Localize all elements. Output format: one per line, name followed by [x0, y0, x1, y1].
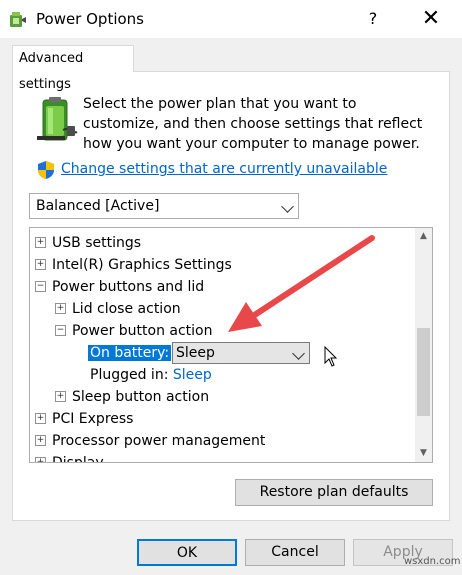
- close-button[interactable]: ✕: [414, 6, 448, 32]
- power-options-icon: [10, 12, 26, 27]
- collapse-icon[interactable]: −: [55, 324, 66, 336]
- tree-item-pci-express[interactable]: + PCI Express: [35, 409, 133, 429]
- expand-icon[interactable]: +: [35, 434, 46, 446]
- tree-item-power-buttons[interactable]: − Power buttons and lid: [35, 277, 204, 297]
- scroll-down-icon[interactable]: ▼: [415, 445, 432, 462]
- watermark-text: wsxdn.com: [404, 556, 461, 567]
- tree-item-label: PCI Express: [52, 411, 134, 427]
- tree-item-processor[interactable]: + Processor power management: [35, 431, 265, 451]
- expand-icon[interactable]: +: [35, 412, 46, 424]
- ok-button[interactable]: OK: [137, 539, 237, 566]
- tree-item-sleep-button[interactable]: + Sleep button action: [55, 387, 209, 407]
- on-battery-dropdown[interactable]: Sleep: [172, 342, 310, 364]
- change-settings-link[interactable]: Change settings that are currently unava…: [61, 161, 387, 177]
- collapse-icon[interactable]: −: [35, 280, 46, 292]
- expand-icon[interactable]: +: [35, 236, 46, 248]
- description-text: Select the power plan that you want to c…: [83, 96, 423, 152]
- power-options-window: Power Options ? ✕ Advanced settings Sele…: [0, 0, 462, 575]
- tree-item-intel-graphics[interactable]: + Intel(R) Graphics Settings: [35, 255, 232, 275]
- mouse-cursor-icon: [324, 346, 338, 367]
- titlebar: Power Options ? ✕: [0, 0, 462, 38]
- battery-plug-icon: [37, 97, 78, 141]
- plugged-in-value-link[interactable]: Sleep: [173, 367, 212, 383]
- restore-plan-defaults-button[interactable]: Restore plan defaults: [235, 479, 433, 506]
- window-title: Power Options: [36, 10, 144, 28]
- chevron-down-icon: [292, 347, 305, 360]
- tree-item-usb[interactable]: + USB settings: [35, 233, 141, 253]
- tree-item-power-button-action[interactable]: − Power button action: [55, 321, 213, 341]
- help-button[interactable]: ?: [360, 6, 386, 32]
- scrollbar-thumb[interactable]: [417, 328, 430, 416]
- plugged-in-row: Plugged in: Sleep: [90, 365, 212, 385]
- chevron-down-icon: [281, 200, 294, 213]
- tree-item-lid-close[interactable]: + Lid close action: [55, 299, 181, 319]
- cancel-button[interactable]: Cancel: [245, 539, 345, 566]
- advanced-settings-panel: Select the power plan that you want to c…: [12, 71, 450, 521]
- tree-item-label: Display: [52, 455, 104, 463]
- tree-item-label: USB settings: [52, 235, 142, 251]
- expand-icon[interactable]: +: [55, 390, 66, 402]
- plugged-in-label: Plugged in:: [90, 367, 169, 383]
- tree-item-label: Processor power management: [52, 433, 266, 449]
- expand-icon[interactable]: +: [35, 258, 46, 270]
- settings-tree[interactable]: + USB settings + Intel(R) Graphics Setting…: [29, 227, 433, 463]
- tree-item-label: Sleep button action: [72, 389, 210, 405]
- tree-scrollbar[interactable]: ▲ ▼: [415, 228, 432, 462]
- tree-item-label: Intel(R) Graphics Settings: [52, 257, 232, 273]
- tree-item-label: Lid close action: [72, 301, 181, 317]
- scroll-up-icon[interactable]: ▲: [415, 228, 432, 245]
- tree-item-label: Power buttons and lid: [52, 279, 205, 295]
- expand-icon[interactable]: +: [35, 456, 46, 462]
- on-battery-label: On battery:: [88, 345, 172, 361]
- on-battery-row[interactable]: On battery:: [88, 343, 172, 363]
- plan-dropdown[interactable]: Balanced [Active]: [29, 193, 299, 219]
- tree-item-label: Power button action: [72, 323, 213, 339]
- tab-advanced-settings[interactable]: Advanced settings: [12, 45, 134, 92]
- on-battery-value: Sleep: [176, 345, 215, 361]
- plan-dropdown-value: Balanced [Active]: [36, 198, 160, 214]
- tree-item-display[interactable]: + Display: [35, 453, 104, 463]
- uac-shield-icon: [38, 161, 54, 179]
- expand-icon[interactable]: +: [55, 302, 66, 314]
